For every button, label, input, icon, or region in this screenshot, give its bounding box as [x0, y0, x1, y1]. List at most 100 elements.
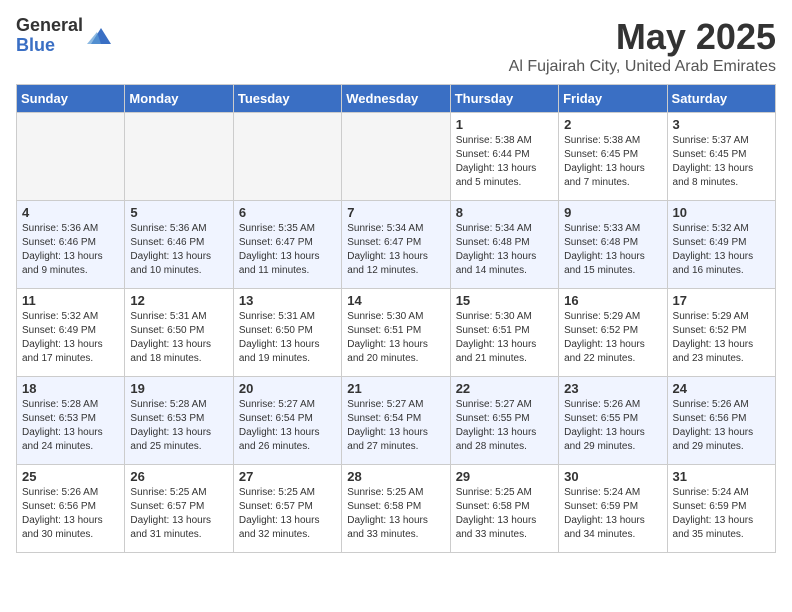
calendar-cell: 10 Sunrise: 5:32 AM Sunset: 6:49 PM Dayli… — [667, 201, 775, 289]
calendar-cell — [233, 113, 341, 201]
day-info: Sunrise: 5:38 AM Sunset: 6:44 PM Dayligh… — [456, 134, 553, 190]
day-number: 6 — [239, 205, 336, 220]
day-number: 4 — [22, 205, 119, 220]
day-info: Sunrise: 5:26 AM Sunset: 6:56 PM Dayligh… — [673, 398, 770, 454]
calendar-cell: 19Sunrise: 5:28 AM Sunset: 6:53 PM Dayli… — [125, 377, 233, 465]
day-info: Sunrise: 5:31 AM Sunset: 6:50 PM Dayligh… — [130, 310, 227, 366]
calendar-cell: 28 Sunrise: 5:25 AM Sunset: 6:58 PM Dayli… — [342, 465, 450, 553]
day-number: 19 — [130, 381, 227, 396]
day-info: Sunrise: 5:29 AM Sunset: 6:52 PM Dayligh… — [564, 310, 661, 366]
day-info: Sunrise: 5:28 AM Sunset: 6:53 PM Dayligh… — [22, 398, 119, 454]
calendar-cell: 27 Sunrise: 5:25 AM Sunset: 6:57 PM Dayli… — [233, 465, 341, 553]
calendar-cell: 21 Sunrise: 5:27 AM Sunset: 6:54 PM Dayli… — [342, 377, 450, 465]
day-info: Sunrise: 5:30 AM Sunset: 6:51 PM Dayligh… — [456, 310, 553, 366]
day-info: Sunrise: 5:27 AM Sunset: 6:55 PM Dayligh… — [456, 398, 553, 454]
day-number: 26 — [130, 469, 227, 484]
day-info: Sunrise: 5:25 AM Sunset: 6:58 PM Dayligh… — [347, 486, 444, 542]
day-number: 5 — [130, 205, 227, 220]
day-number: 8 — [456, 205, 553, 220]
day-info: Sunrise: 5:34 AM Sunset: 6:47 PM Dayligh… — [347, 222, 444, 278]
day-info: Sunrise: 5:25 AM Sunset: 6:57 PM Dayligh… — [130, 486, 227, 542]
calendar-cell: 20 Sunrise: 5:27 AM Sunset: 6:54 PM Dayli… — [233, 377, 341, 465]
calendar-cell — [125, 113, 233, 201]
calendar-cell: 17 Sunrise: 5:29 AM Sunset: 6:52 PM Dayli… — [667, 289, 775, 377]
day-number: 29 — [456, 469, 553, 484]
day-number: 23 — [564, 381, 661, 396]
day-number: 21 — [347, 381, 444, 396]
day-info: Sunrise: 5:26 AM Sunset: 6:56 PM Dayligh… — [22, 486, 119, 542]
day-number: 14 — [347, 293, 444, 308]
header-saturday: Saturday — [667, 85, 775, 113]
day-number: 1 — [456, 117, 553, 132]
header-monday: Monday — [125, 85, 233, 113]
day-info: Sunrise: 5:26 AM Sunset: 6:55 PM Dayligh… — [564, 398, 661, 454]
calendar-cell: 16Sunrise: 5:29 AM Sunset: 6:52 PM Dayli… — [559, 289, 667, 377]
day-info: Sunrise: 5:34 AM Sunset: 6:48 PM Dayligh… — [456, 222, 553, 278]
day-number: 25 — [22, 469, 119, 484]
calendar-cell: 25 Sunrise: 5:26 AM Sunset: 6:56 PM Dayli… — [17, 465, 125, 553]
day-info: Sunrise: 5:27 AM Sunset: 6:54 PM Dayligh… — [347, 398, 444, 454]
day-info: Sunrise: 5:37 AM Sunset: 6:45 PM Dayligh… — [673, 134, 770, 190]
title-block: May 2025 Al Fujairah City, United Arab E… — [509, 16, 776, 76]
week-row-3: 11Sunrise: 5:32 AM Sunset: 6:49 PM Dayli… — [17, 289, 776, 377]
day-info: Sunrise: 5:38 AM Sunset: 6:45 PM Dayligh… — [564, 134, 661, 190]
day-info: Sunrise: 5:25 AM Sunset: 6:57 PM Dayligh… — [239, 486, 336, 542]
day-info: Sunrise: 5:24 AM Sunset: 6:59 PM Dayligh… — [564, 486, 661, 542]
day-number: 30 — [564, 469, 661, 484]
calendar-cell: 9 Sunrise: 5:33 AM Sunset: 6:48 PM Daylig… — [559, 201, 667, 289]
day-number: 18 — [22, 381, 119, 396]
logo-icon — [87, 24, 111, 48]
calendar-cell: 8 Sunrise: 5:34 AM Sunset: 6:48 PM Daylig… — [450, 201, 558, 289]
calendar-cell: 26 Sunrise: 5:25 AM Sunset: 6:57 PM Dayli… — [125, 465, 233, 553]
day-number: 20 — [239, 381, 336, 396]
calendar-cell: 18 Sunrise: 5:28 AM Sunset: 6:53 PM Dayli… — [17, 377, 125, 465]
calendar-cell — [17, 113, 125, 201]
calendar-cell: 31Sunrise: 5:24 AM Sunset: 6:59 PM Dayli… — [667, 465, 775, 553]
calendar-cell: 15 Sunrise: 5:30 AM Sunset: 6:51 PM Dayli… — [450, 289, 558, 377]
day-number: 2 — [564, 117, 661, 132]
header-friday: Friday — [559, 85, 667, 113]
day-number: 24 — [673, 381, 770, 396]
day-number: 12 — [130, 293, 227, 308]
day-info: Sunrise: 5:29 AM Sunset: 6:52 PM Dayligh… — [673, 310, 770, 366]
day-info: Sunrise: 5:25 AM Sunset: 6:58 PM Dayligh… — [456, 486, 553, 542]
day-info: Sunrise: 5:36 AM Sunset: 6:46 PM Dayligh… — [22, 222, 119, 278]
header-row: SundayMondayTuesdayWednesdayThursdayFrid… — [17, 85, 776, 113]
day-info: Sunrise: 5:27 AM Sunset: 6:54 PM Dayligh… — [239, 398, 336, 454]
day-number: 3 — [673, 117, 770, 132]
day-number: 27 — [239, 469, 336, 484]
week-row-1: 1 Sunrise: 5:38 AM Sunset: 6:44 PM Daylig… — [17, 113, 776, 201]
calendar-cell: 14 Sunrise: 5:30 AM Sunset: 6:51 PM Dayli… — [342, 289, 450, 377]
calendar-cell: 5Sunrise: 5:36 AM Sunset: 6:46 PM Daylig… — [125, 201, 233, 289]
calendar-cell: 11Sunrise: 5:32 AM Sunset: 6:49 PM Dayli… — [17, 289, 125, 377]
calendar-cell: 12 Sunrise: 5:31 AM Sunset: 6:50 PM Dayli… — [125, 289, 233, 377]
header-thursday: Thursday — [450, 85, 558, 113]
calendar-cell: 1 Sunrise: 5:38 AM Sunset: 6:44 PM Daylig… — [450, 113, 558, 201]
calendar-cell: 3 Sunrise: 5:37 AM Sunset: 6:45 PM Daylig… — [667, 113, 775, 201]
calendar-cell: 6Sunrise: 5:35 AM Sunset: 6:47 PM Daylig… — [233, 201, 341, 289]
day-number: 22 — [456, 381, 553, 396]
logo-blue: Blue — [16, 36, 83, 56]
day-number: 31 — [673, 469, 770, 484]
week-row-2: 4 Sunrise: 5:36 AM Sunset: 6:46 PM Daylig… — [17, 201, 776, 289]
logo: General Blue — [16, 16, 111, 56]
month-title: May 2025 — [509, 16, 776, 58]
day-number: 9 — [564, 205, 661, 220]
day-number: 28 — [347, 469, 444, 484]
calendar-cell: 13Sunrise: 5:31 AM Sunset: 6:50 PM Dayli… — [233, 289, 341, 377]
calendar-cell: 29 Sunrise: 5:25 AM Sunset: 6:58 PM Dayli… — [450, 465, 558, 553]
day-info: Sunrise: 5:31 AM Sunset: 6:50 PM Dayligh… — [239, 310, 336, 366]
day-number: 15 — [456, 293, 553, 308]
day-number: 17 — [673, 293, 770, 308]
calendar-cell — [342, 113, 450, 201]
day-info: Sunrise: 5:30 AM Sunset: 6:51 PM Dayligh… — [347, 310, 444, 366]
day-info: Sunrise: 5:32 AM Sunset: 6:49 PM Dayligh… — [673, 222, 770, 278]
day-number: 10 — [673, 205, 770, 220]
page-header: General Blue May 2025 Al Fujairah City, … — [16, 16, 776, 76]
week-row-4: 18 Sunrise: 5:28 AM Sunset: 6:53 PM Dayli… — [17, 377, 776, 465]
calendar-cell: 4 Sunrise: 5:36 AM Sunset: 6:46 PM Daylig… — [17, 201, 125, 289]
day-info: Sunrise: 5:33 AM Sunset: 6:48 PM Dayligh… — [564, 222, 661, 278]
calendar-cell: 7Sunrise: 5:34 AM Sunset: 6:47 PM Daylig… — [342, 201, 450, 289]
header-tuesday: Tuesday — [233, 85, 341, 113]
day-number: 11 — [22, 293, 119, 308]
